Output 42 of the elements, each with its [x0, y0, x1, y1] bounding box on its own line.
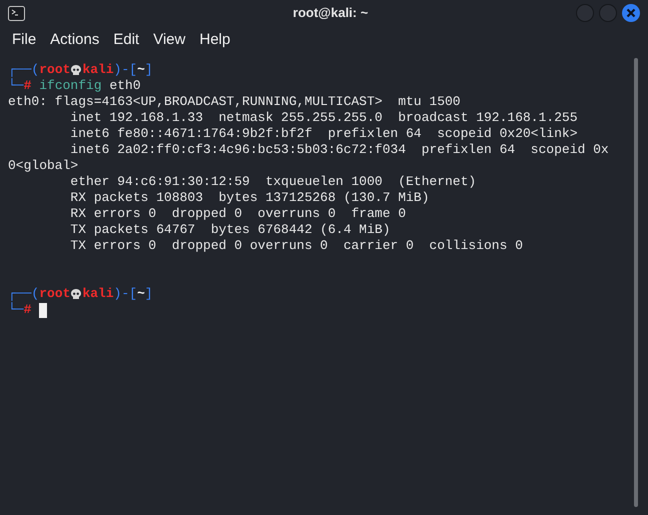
prompt-bracket: )-[ [114, 62, 138, 78]
command-name: ifconfig [38, 78, 102, 94]
output-line: TX errors 0 dropped 0 overruns 0 carrier 0 collisions 0 [69, 238, 523, 253]
output-line: TX packets 64767 bytes 6768442 (6.4 MiB) [69, 222, 390, 237]
maximize-button[interactable] [599, 4, 617, 22]
minimize-button[interactable] [576, 4, 594, 22]
prompt-user: root [39, 286, 70, 302]
window-title: root@kali: ~ [292, 4, 368, 22]
prompt-bracket: ] [144, 62, 153, 78]
close-icon[interactable] [622, 4, 640, 22]
output-line: eth0: flags=4163<UP,BROADCAST,RUNNING,MULTICAST> mtu 1500 [8, 94, 460, 109]
menu-item[interactable]: Actions [44, 28, 106, 52]
prompt-directory: ~ [137, 286, 145, 302]
menu-item[interactable]: Edit [107, 28, 146, 52]
output-line: ether 94:c6:91:30:12:59 txqueuelen 1000 (Ethernet) [69, 174, 476, 189]
output-line: 0<global> [8, 158, 78, 173]
skull-icon [71, 64, 82, 76]
prompt-bracket: ┌──( [8, 286, 40, 302]
prompt-bracket: ] [144, 286, 153, 302]
output-line: inet 192.168.1.33 netmask 255.255.255.0 broadcast 192.168.1.255 [69, 110, 578, 125]
text-cursor [39, 302, 48, 318]
output-line: RX errors 0 dropped 0 overruns 0 frame 0 [69, 206, 406, 221]
prompt-bracket: ┌──( [8, 62, 40, 78]
output-line: inet6 2a02:ff0:cf3:4c96:bc53:5b03:6c72:f034 prefixlen 64 scopeid 0x [69, 142, 609, 157]
prompt-bracket: )-[ [114, 286, 138, 302]
scrollbar[interactable] [634, 58, 638, 507]
prompt-corner: └─ [8, 302, 24, 318]
menu-item[interactable]: File [6, 28, 42, 52]
output-line: RX packets 108803 bytes 137125268 (130.7 MiB) [69, 190, 430, 205]
prompt-directory: ~ [137, 62, 145, 78]
command-argument: eth0 [108, 78, 141, 94]
terminal-icon [8, 6, 25, 20]
prompt-user: root [39, 62, 70, 78]
prompt-sign: # [24, 302, 32, 318]
menu-item[interactable]: View [147, 28, 192, 52]
output-line: inet6 fe80::4671:1764:9b2f:bf2f prefixlen 64 scopeid 0x20<link> [69, 126, 578, 141]
skull-icon [71, 288, 82, 300]
menu-item[interactable]: Help [193, 28, 236, 52]
prompt-sign: # [24, 78, 32, 94]
prompt-corner: └─ [8, 78, 24, 94]
prompt-host: kali [82, 62, 114, 78]
prompt-host: kali [82, 286, 114, 302]
